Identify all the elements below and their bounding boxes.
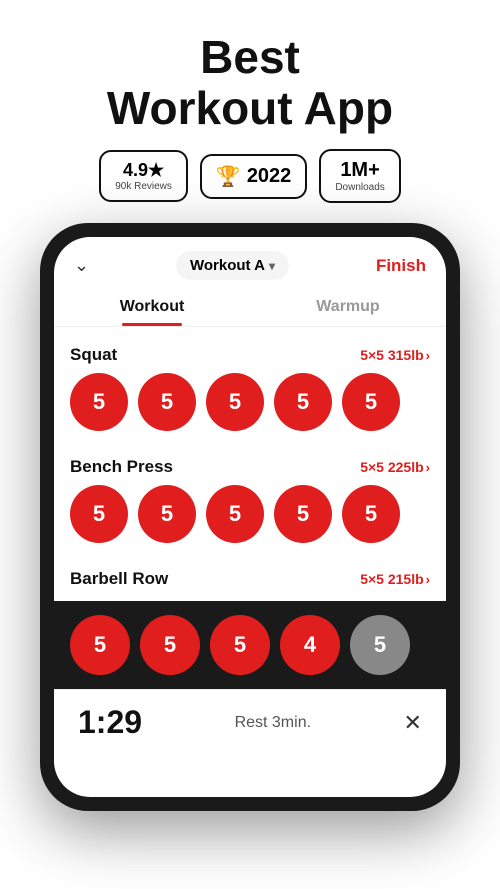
close-icon[interactable]: ✕ [404, 710, 422, 736]
exercise-bench: Bench Press 5×5 225lb › 5 5 5 5 5 [54, 443, 446, 555]
squat-rep-4[interactable]: 5 [274, 373, 332, 431]
phone-topbar: ⌄ Workout A ▾ Finish [54, 237, 446, 288]
barbell-rep-5[interactable]: 5 [350, 615, 410, 675]
downloads-badge: 1M+ Downloads [319, 149, 400, 203]
exercise-barbell-sets[interactable]: 5×5 215lb › [360, 571, 430, 587]
rating-value: 4.9★ [123, 160, 164, 181]
workout-selector[interactable]: Workout A ▾ [176, 251, 289, 280]
award-year: 2022 [247, 165, 292, 188]
tab-workout[interactable]: Workout [54, 288, 250, 326]
bottom-reps-bar: 5 5 5 4 5 [54, 601, 446, 689]
phone-frame: ⌄ Workout A ▾ Finish Workout Warmup [40, 223, 460, 811]
barbell-rep-2[interactable]: 5 [140, 615, 200, 675]
exercise-barbell-header: Barbell Row 5×5 215lb › [70, 555, 430, 597]
barbell-rep-1[interactable]: 5 [70, 615, 130, 675]
exercise-bench-sets[interactable]: 5×5 225lb › [360, 459, 430, 475]
bench-rep-2[interactable]: 5 [138, 485, 196, 543]
arrow-right-icon-2: › [426, 460, 430, 475]
barbell-rep-3[interactable]: 5 [210, 615, 270, 675]
caret-icon: ▾ [269, 259, 275, 273]
downloads-value: 1M+ [340, 159, 379, 182]
rest-timer: 1:29 Rest 3min. ✕ [54, 689, 446, 755]
timer-label: Rest 3min. [235, 714, 311, 732]
bench-rep-5[interactable]: 5 [342, 485, 400, 543]
exercise-bench-header: Bench Press 5×5 225lb › [70, 443, 430, 485]
rating-sub: 90k Reviews [115, 181, 172, 192]
arrow-right-icon-3: › [426, 572, 430, 587]
workout-selector-label: Workout A [190, 257, 265, 274]
squat-rep-3[interactable]: 5 [206, 373, 264, 431]
exercise-squat: Squat 5×5 315lb › 5 5 5 5 5 [54, 331, 446, 443]
phone-screen: ⌄ Workout A ▾ Finish Workout Warmup [54, 237, 446, 797]
exercise-bench-name: Bench Press [70, 457, 173, 477]
tab-warmup[interactable]: Warmup [250, 288, 446, 326]
phone-mockup: ⌄ Workout A ▾ Finish Workout Warmup [40, 223, 460, 811]
exercise-squat-header: Squat 5×5 315lb › [70, 331, 430, 373]
workout-tabs: Workout Warmup [54, 288, 446, 327]
exercise-barbell: Barbell Row 5×5 215lb › [54, 555, 446, 597]
exercise-squat-name: Squat [70, 345, 117, 365]
chevron-down-icon[interactable]: ⌄ [74, 255, 89, 276]
trophy-icon: 🏆 [216, 164, 241, 189]
award-badge: 🏆 2022 [200, 154, 307, 199]
exercise-barbell-name: Barbell Row [70, 569, 168, 589]
bench-rep-3[interactable]: 5 [206, 485, 264, 543]
finish-button[interactable]: Finish [376, 256, 426, 276]
squat-rep-2[interactable]: 5 [138, 373, 196, 431]
timer-time: 1:29 [78, 704, 142, 741]
squat-rep-5[interactable]: 5 [342, 373, 400, 431]
page-header: Best Workout App [0, 0, 500, 149]
barbell-rep-4[interactable]: 4 [280, 615, 340, 675]
squat-reps: 5 5 5 5 5 [70, 373, 430, 443]
bench-reps: 5 5 5 5 5 [70, 485, 430, 555]
squat-rep-1[interactable]: 5 [70, 373, 128, 431]
downloads-sub: Downloads [335, 182, 384, 193]
exercise-squat-sets[interactable]: 5×5 315lb › [360, 347, 430, 363]
rating-badge: 4.9★ 90k Reviews [99, 150, 188, 202]
bench-rep-1[interactable]: 5 [70, 485, 128, 543]
badges-row: 4.9★ 90k Reviews 🏆 2022 1M+ Downloads [99, 149, 401, 203]
page-title: Best Workout App [20, 32, 480, 133]
bench-rep-4[interactable]: 5 [274, 485, 332, 543]
arrow-right-icon: › [426, 348, 430, 363]
